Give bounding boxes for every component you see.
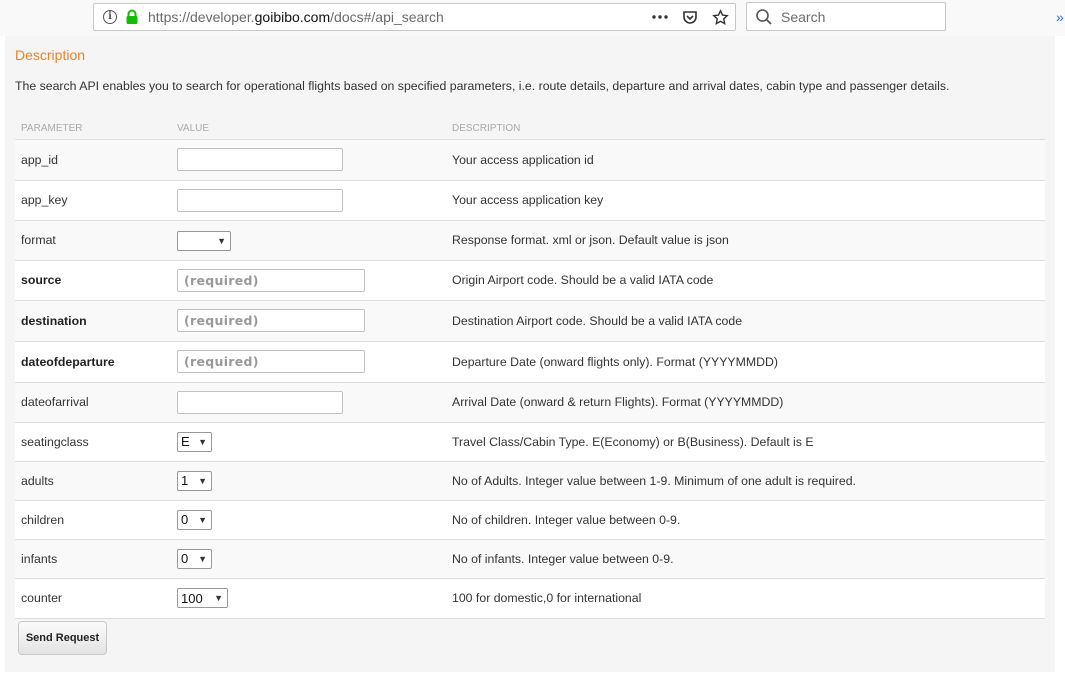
- chevron-down-icon: ▼: [198, 553, 207, 564]
- destination-input[interactable]: [177, 309, 365, 332]
- param-description: Arrival Date (onward & return Flights). …: [446, 382, 1045, 423]
- info-icon[interactable]: i: [103, 10, 117, 24]
- browser-toolbar: i https://developer.goibibo.com/docs#/ap…: [0, 0, 1065, 36]
- browser-search-input[interactable]: [779, 7, 939, 26]
- table-row: app_key Your access application key: [15, 180, 1045, 221]
- param-name: app_key: [15, 180, 171, 221]
- url-text[interactable]: https://developer.goibibo.com/docs#/api_…: [148, 9, 651, 25]
- table-row: dateofarrival Arrival Date (onward & ret…: [15, 382, 1045, 423]
- table-row: children 0 ▼ No of children. Integer valu…: [15, 500, 1045, 540]
- param-description: No of infants. Integer value between 0-9…: [446, 539, 1045, 579]
- toolbar-overflow-icon[interactable]: »: [1056, 9, 1064, 25]
- param-description: Origin Airport code. Should be a valid I…: [446, 260, 1045, 301]
- param-name: seatingclass: [15, 422, 171, 462]
- chevron-down-icon: ▼: [198, 436, 207, 447]
- param-description: Your access application key: [446, 180, 1045, 221]
- param-description: Destination Airport code. Should be a va…: [446, 300, 1045, 342]
- api-doc-panel: Description The search API enables you t…: [5, 36, 1055, 672]
- pocket-icon[interactable]: [681, 8, 699, 26]
- send-request-button[interactable]: Send Request: [18, 621, 107, 655]
- dateofdeparture-input[interactable]: [177, 350, 365, 373]
- table-row: counter 100 ▼ 100 for domestic,0 for inte…: [15, 578, 1045, 619]
- param-description: Travel Class/Cabin Type. E(Economy) or B…: [446, 422, 1045, 462]
- section-description: The search API enables you to search for…: [15, 79, 950, 93]
- table-header-row: PARAMETER VALUE DESCRIPTION: [15, 118, 1045, 140]
- table-row: app_id Your access application id: [15, 139, 1045, 181]
- bookmark-star-icon[interactable]: [711, 8, 729, 26]
- param-name: format: [15, 220, 171, 261]
- children-select[interactable]: 0 ▼: [177, 509, 212, 530]
- table-row: adults 1 ▼ No of Adults. Integer value be…: [15, 461, 1045, 501]
- table-row: dateofdeparture Departure Date (onward f…: [15, 341, 1045, 383]
- more-actions-icon[interactable]: [651, 8, 669, 26]
- param-description: Your access application id: [446, 139, 1045, 181]
- section-title: Description: [15, 47, 86, 63]
- search-icon: [756, 8, 772, 25]
- table-row: seatingclass E ▼ Travel Class/Cabin Type.…: [15, 422, 1045, 462]
- table-row: format ▼ Response format. xml or json. D…: [15, 220, 1045, 261]
- parameter-table: PARAMETER VALUE DESCRIPTION app_id Your …: [15, 118, 1045, 619]
- infants-select[interactable]: 0 ▼: [177, 548, 212, 569]
- param-name: counter: [15, 578, 171, 619]
- seatingclass-select[interactable]: E ▼: [177, 431, 212, 452]
- param-description: Response format. xml or json. Default va…: [446, 220, 1045, 261]
- param-name: infants: [15, 539, 171, 579]
- app-id-input[interactable]: [177, 148, 343, 171]
- chevron-down-icon: ▼: [217, 235, 226, 246]
- counter-select[interactable]: 100 ▼: [177, 588, 228, 608]
- source-input[interactable]: [177, 268, 365, 292]
- header-value: VALUE: [171, 118, 446, 140]
- chevron-down-icon: ▼: [198, 475, 207, 486]
- table-row: source Origin Airport code. Should be a …: [15, 260, 1045, 301]
- param-name: children: [15, 500, 171, 540]
- chevron-down-icon: ▼: [198, 514, 207, 525]
- lock-icon[interactable]: [125, 9, 139, 25]
- dateofarrival-input[interactable]: [177, 390, 343, 414]
- param-name: app_id: [15, 139, 171, 181]
- header-description: DESCRIPTION: [446, 118, 1045, 140]
- format-select[interactable]: ▼: [177, 230, 231, 251]
- app-key-input[interactable]: [177, 188, 343, 212]
- table-row: infants 0 ▼ No of infants. Integer value …: [15, 539, 1045, 579]
- param-name: adults: [15, 461, 171, 501]
- param-name: dateofdeparture: [15, 341, 171, 383]
- param-name: destination: [15, 300, 171, 342]
- table-row: destination Destination Airport code. Sh…: [15, 300, 1045, 342]
- address-bar[interactable]: i https://developer.goibibo.com/docs#/ap…: [93, 3, 736, 31]
- url-actions: [651, 8, 729, 26]
- param-description: No of children. Integer value between 0-…: [446, 500, 1045, 540]
- param-description: 100 for domestic,0 for international: [446, 578, 1045, 619]
- adults-select[interactable]: 1 ▼: [177, 470, 212, 491]
- chevron-down-icon: ▼: [214, 593, 223, 603]
- header-parameter: PARAMETER: [15, 118, 171, 140]
- param-description: No of Adults. Integer value between 1-9.…: [446, 461, 1045, 501]
- param-description: Departure Date (onward flights only). Fo…: [446, 341, 1045, 383]
- browser-search-bar[interactable]: [746, 2, 946, 31]
- param-name: source: [15, 260, 171, 301]
- param-name: dateofarrival: [15, 382, 171, 423]
